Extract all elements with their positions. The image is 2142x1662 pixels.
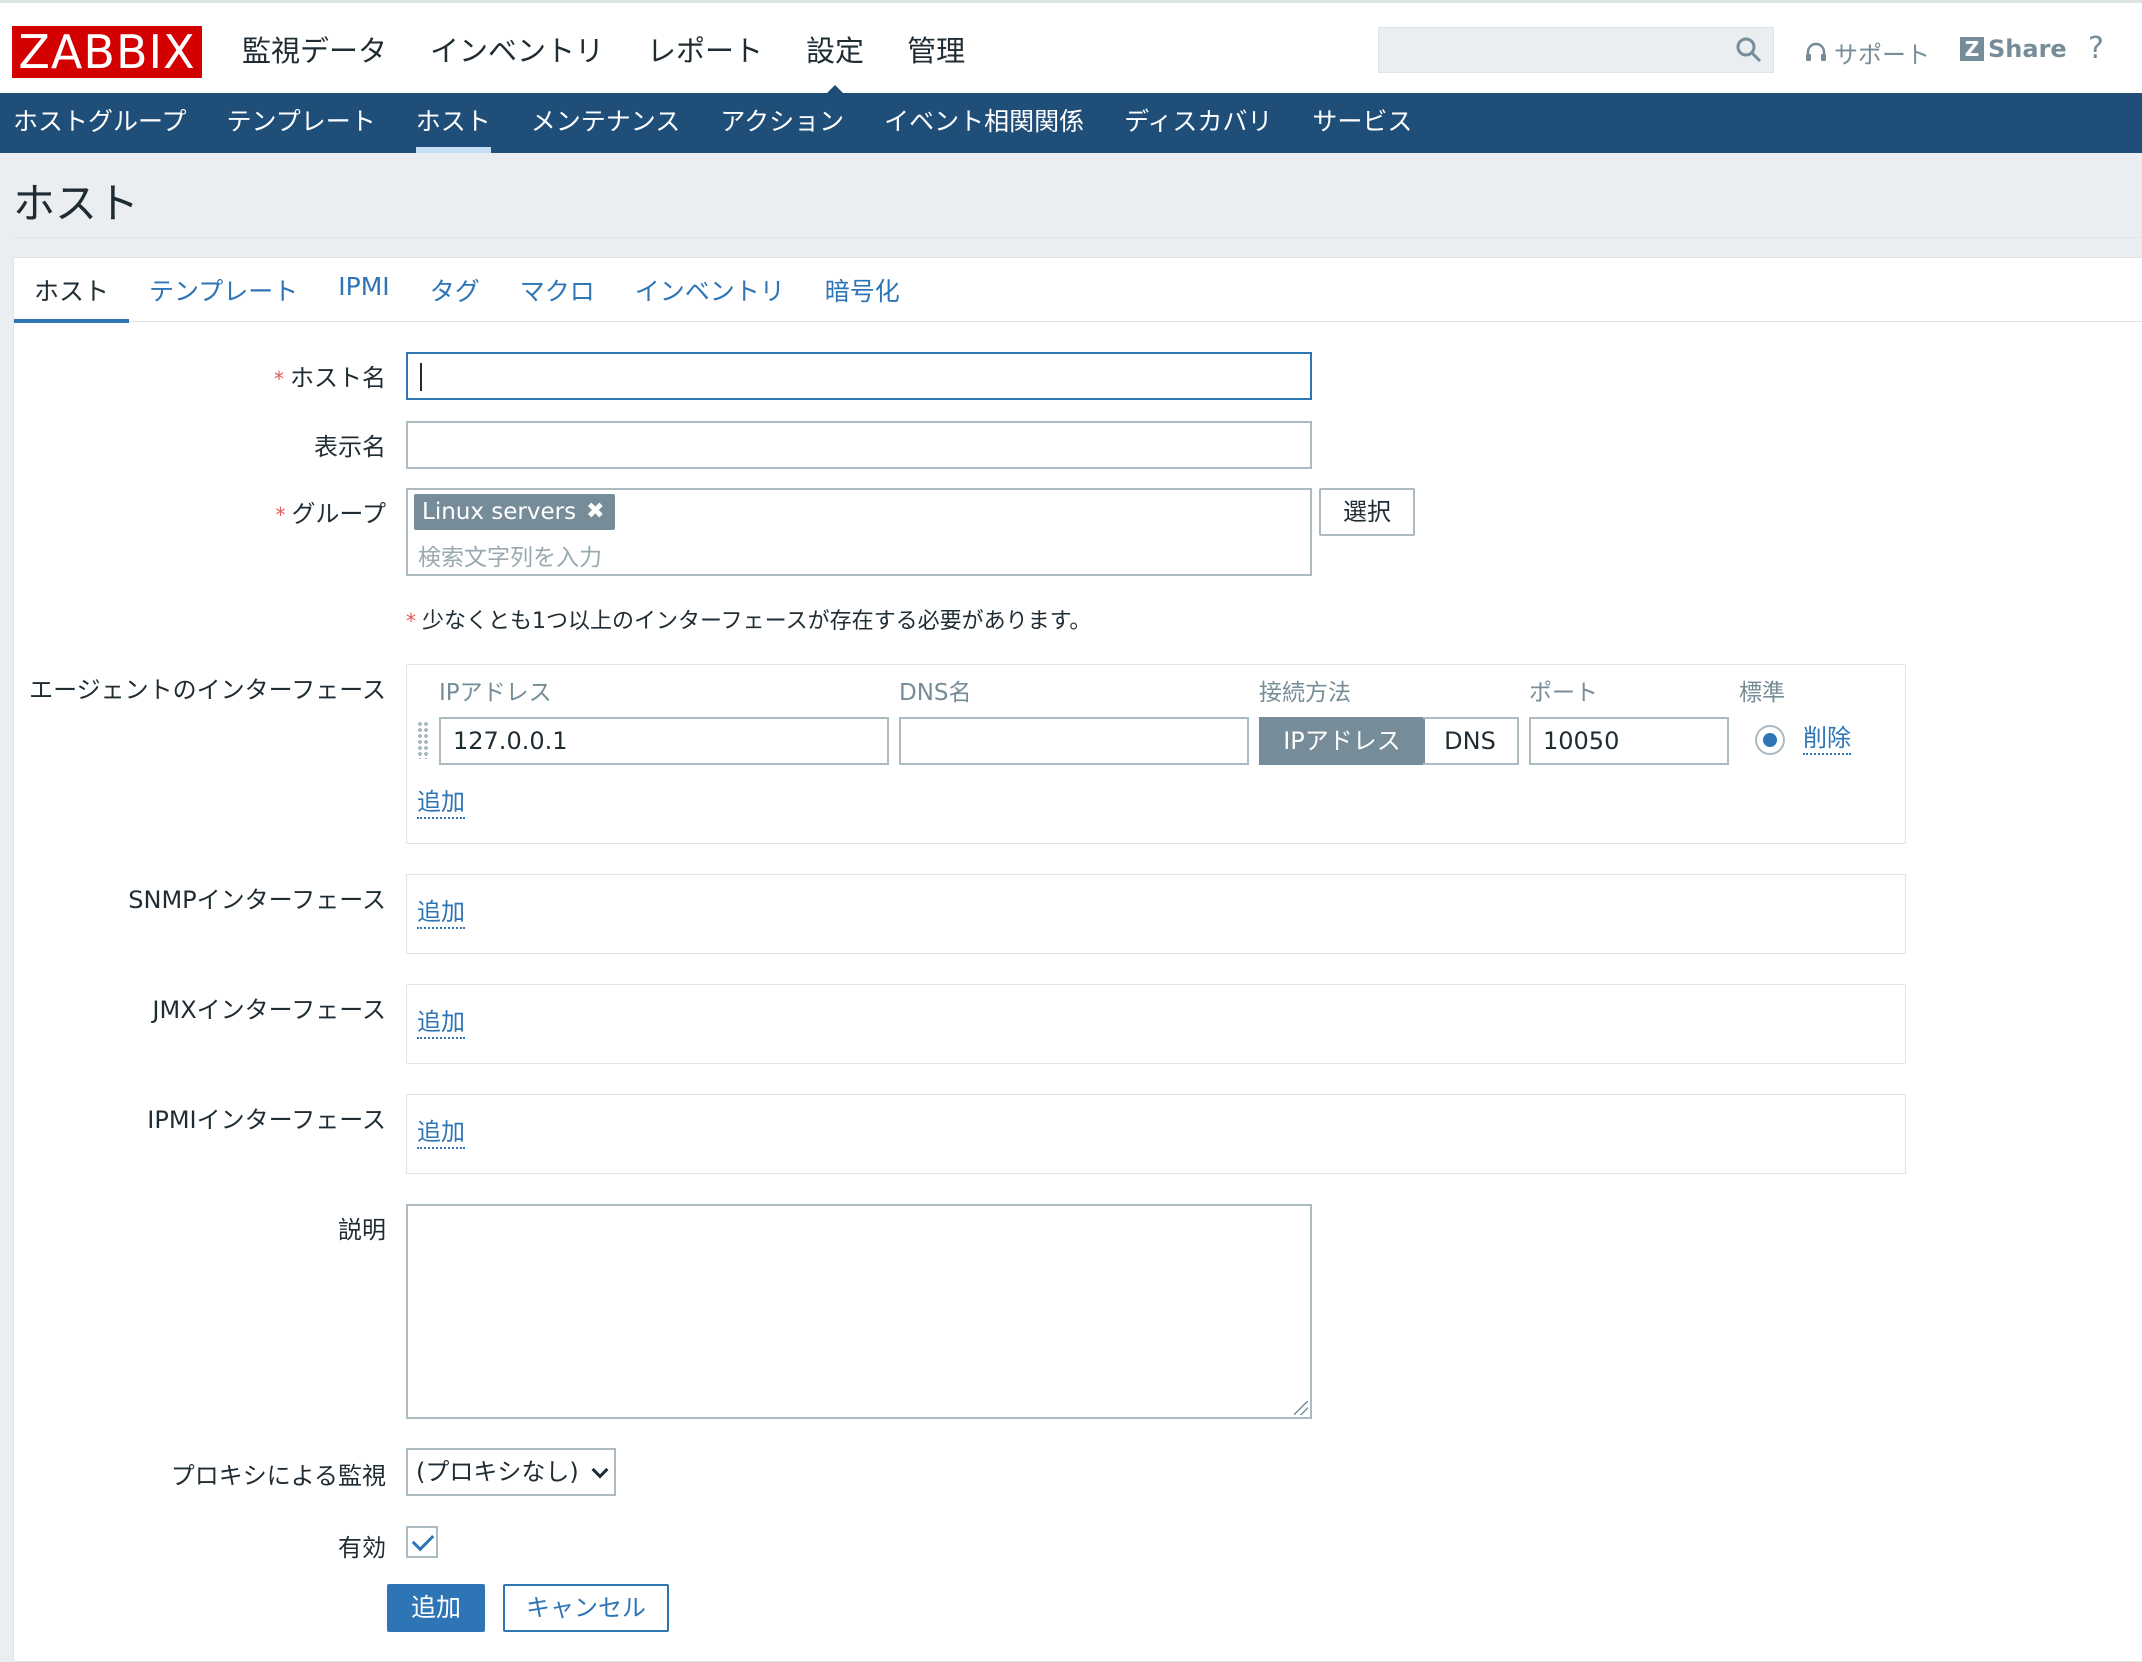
required-mark: * bbox=[274, 367, 284, 391]
agent-interfaces-label: エージェントのインターフェース bbox=[29, 676, 386, 704]
form-tabs: ホスト テンプレート IPMI タグ マクロ インベントリ 暗号化 bbox=[14, 258, 2142, 323]
support-link[interactable]: サポート bbox=[1804, 35, 1930, 70]
enabled-checkbox[interactable] bbox=[406, 1526, 438, 1558]
text-caret bbox=[420, 363, 422, 391]
share-link[interactable]: Z Share bbox=[1960, 35, 2067, 63]
col-default-header: 標準 bbox=[1739, 680, 1785, 706]
group-chip: Linux servers ✖ bbox=[414, 494, 615, 530]
description-label: 説明 bbox=[338, 1216, 386, 1244]
description-textarea[interactable] bbox=[406, 1204, 1312, 1419]
tab-encryption[interactable]: 暗号化 bbox=[805, 258, 920, 322]
submenu-hosts[interactable]: ホスト bbox=[415, 93, 491, 153]
top-bar: ZABBIX 監視データ インベントリ レポート 設定 管理 サポート Z Sh… bbox=[0, 0, 2142, 99]
divider bbox=[13, 237, 2142, 238]
submenu-templates[interactable]: テンプレート bbox=[227, 93, 376, 153]
resize-handle-icon[interactable] bbox=[1294, 1401, 1308, 1415]
tab-templates[interactable]: テンプレート bbox=[129, 258, 318, 322]
add-agent-interface-link[interactable]: 追加 bbox=[417, 787, 465, 819]
groups-multiselect[interactable]: Linux servers ✖ 検索文字列を入力 bbox=[406, 488, 1312, 576]
headset-icon bbox=[1806, 42, 1826, 61]
jmx-interfaces-label: JMXインターフェース bbox=[152, 996, 386, 1024]
snmp-interfaces-label: SNMPインターフェース bbox=[128, 886, 386, 914]
host-name-input[interactable] bbox=[406, 352, 1312, 400]
drag-handle-icon[interactable] bbox=[417, 721, 429, 759]
submenu-discovery[interactable]: ディスカバリ bbox=[1124, 93, 1272, 153]
tab-macros[interactable]: マクロ bbox=[500, 258, 615, 322]
proxy-label: プロキシによる監視 bbox=[170, 1462, 386, 1490]
col-port-header: ポート bbox=[1529, 680, 1598, 706]
share-z-icon: Z bbox=[1960, 37, 1984, 61]
submenu-services[interactable]: サービス bbox=[1312, 93, 1412, 153]
submenu-host-groups[interactable]: ホストグループ bbox=[13, 93, 187, 153]
search-icon[interactable] bbox=[1735, 36, 1763, 64]
add-button[interactable]: 追加 bbox=[387, 1584, 485, 1632]
required-mark: * bbox=[275, 503, 286, 527]
menu-monitoring[interactable]: 監視データ bbox=[242, 31, 387, 71]
remove-icon[interactable]: ✖ bbox=[586, 494, 604, 530]
default-interface-radio[interactable] bbox=[1755, 725, 1785, 755]
tab-tags[interactable]: タグ bbox=[410, 258, 500, 322]
host-name-label: * ホスト名 bbox=[274, 364, 386, 392]
groups-search-input[interactable]: 検索文字列を入力 bbox=[418, 538, 602, 572]
jmx-interfaces-box: 追加 bbox=[406, 984, 1906, 1064]
snmp-interfaces-box: 追加 bbox=[406, 874, 1906, 954]
sub-menu: ホストグループ テンプレート ホスト メンテナンス アクション イベント相関関係… bbox=[0, 93, 2142, 153]
host-form-card: ホスト テンプレート IPMI タグ マクロ インベントリ 暗号化 * ホスト名 … bbox=[13, 257, 2142, 1662]
tab-ipmi[interactable]: IPMI bbox=[318, 258, 409, 322]
agent-ip-input[interactable]: 127.0.0.1 bbox=[439, 717, 889, 765]
col-ip-header: IPアドレス bbox=[439, 680, 552, 706]
submenu-actions[interactable]: アクション bbox=[720, 93, 844, 153]
enabled-label: 有効 bbox=[338, 1534, 386, 1562]
groups-label: * グループ bbox=[275, 500, 386, 528]
menu-administration[interactable]: 管理 bbox=[907, 31, 965, 71]
remove-interface-link[interactable]: 削除 bbox=[1803, 723, 1851, 755]
interface-requirement-note: * 少なくとも1つ以上のインターフェースが存在する必要があります。 bbox=[406, 609, 1092, 634]
select-groups-button[interactable]: 選択 bbox=[1319, 488, 1415, 536]
tab-inventory[interactable]: インベントリ bbox=[615, 258, 805, 322]
menu-reports[interactable]: レポート bbox=[647, 31, 763, 71]
menu-inventory[interactable]: インベントリ bbox=[430, 31, 604, 71]
agent-interfaces-box: IPアドレス DNS名 接続方法 ポート 標準 127.0.0.1 IPアドレス… bbox=[406, 664, 1906, 844]
tab-host[interactable]: ホスト bbox=[14, 258, 130, 323]
add-snmp-interface-link[interactable]: 追加 bbox=[417, 897, 465, 929]
submenu-event-correlation[interactable]: イベント相関関係 bbox=[884, 93, 1084, 153]
ipmi-interfaces-box: 追加 bbox=[406, 1094, 1906, 1174]
add-jmx-interface-link[interactable]: 追加 bbox=[417, 1007, 465, 1039]
connect-ip-toggle[interactable]: IPアドレス bbox=[1259, 717, 1425, 765]
proxy-select[interactable]: (プロキシなし) bbox=[406, 1448, 616, 1496]
add-ipmi-interface-link[interactable]: 追加 bbox=[417, 1117, 465, 1149]
page-title: ホスト bbox=[13, 179, 140, 228]
agent-dns-input[interactable] bbox=[899, 717, 1249, 765]
menu-configuration[interactable]: 設定 bbox=[806, 31, 864, 99]
zabbix-logo[interactable]: ZABBIX bbox=[12, 26, 202, 78]
group-chip-label: Linux servers bbox=[422, 499, 577, 525]
support-label: サポート bbox=[1834, 41, 1930, 69]
agent-port-input[interactable]: 10050 bbox=[1529, 717, 1729, 765]
chevron-down-icon bbox=[591, 1461, 609, 1479]
main-menu: 監視データ インベントリ レポート 設定 管理 bbox=[242, 31, 1008, 99]
cancel-button[interactable]: キャンセル bbox=[503, 1584, 669, 1632]
global-search-input[interactable] bbox=[1378, 27, 1774, 73]
visible-name-label: 表示名 bbox=[314, 433, 386, 461]
help-icon[interactable]: ? bbox=[2088, 31, 2104, 66]
col-dns-header: DNS名 bbox=[899, 680, 972, 706]
share-label: Share bbox=[1988, 35, 2067, 63]
col-connect-header: 接続方法 bbox=[1259, 680, 1351, 706]
visible-name-input[interactable] bbox=[406, 421, 1312, 469]
connect-dns-toggle[interactable]: DNS bbox=[1423, 717, 1519, 765]
ipmi-interfaces-label: IPMIインターフェース bbox=[147, 1106, 386, 1134]
submenu-maintenance[interactable]: メンテナンス bbox=[531, 93, 681, 153]
